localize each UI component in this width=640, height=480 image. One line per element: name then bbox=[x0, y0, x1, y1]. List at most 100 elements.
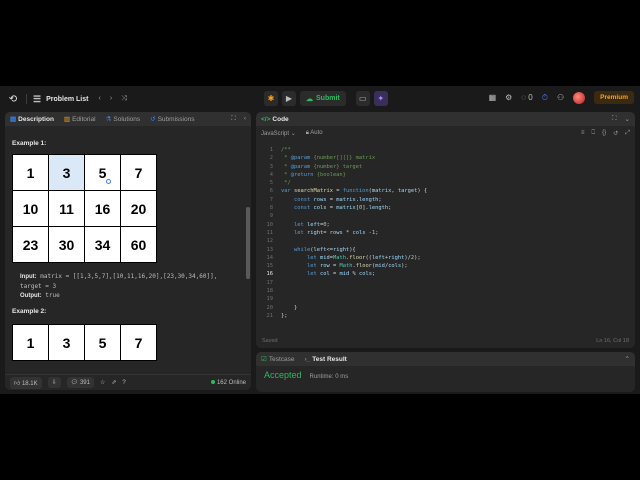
like-button[interactable]: 👍︎ 18.1K bbox=[10, 376, 42, 389]
tab-label: Testcase bbox=[268, 356, 295, 363]
matrix-cell-value: 3 bbox=[62, 164, 71, 181]
help-icon[interactable]: ? bbox=[122, 380, 125, 386]
code-tab-label: Code bbox=[272, 115, 289, 123]
matrix-cell-value: 5 bbox=[98, 164, 107, 181]
output-value: true bbox=[45, 292, 60, 299]
example-1-title: Example 1: bbox=[12, 140, 47, 147]
reset-icon[interactable]: ↺ bbox=[613, 130, 618, 137]
dislike-button[interactable]: ⇩ bbox=[47, 377, 61, 388]
online-count: 162 Online bbox=[210, 379, 246, 386]
comment-count: 391 bbox=[79, 380, 90, 386]
sparkle-icon: ✦ bbox=[377, 94, 385, 103]
input-value: matrix = [[1,3,5,7],[10,11,16,20],[23,30… bbox=[40, 273, 218, 280]
matrix-cell: 3 bbox=[49, 325, 85, 361]
avatar[interactable] bbox=[573, 91, 586, 104]
code-status-bar: Saved Ln 16, Col 18 bbox=[256, 334, 635, 348]
auto-toggle[interactable]: 🔒︎ Auto bbox=[306, 130, 323, 137]
tab-test-result[interactable]: ›_ Test Result bbox=[304, 356, 346, 363]
streak-counter[interactable]: ◌ 0 bbox=[521, 93, 532, 102]
maximize-icon[interactable]: ⛶ bbox=[612, 115, 617, 123]
debug-button[interactable]: ✱ bbox=[264, 91, 278, 106]
leetcode-logo-icon[interactable]: ⟲ bbox=[6, 94, 20, 105]
premium-button[interactable]: Premium bbox=[594, 91, 634, 104]
description-scrollbar[interactable] bbox=[246, 207, 250, 279]
checkbox-icon: ☑ bbox=[261, 356, 267, 363]
runtime-label: Runtime: 0 ms bbox=[309, 374, 349, 380]
fullscreen-icon[interactable]: ⤢ bbox=[625, 130, 630, 137]
comments-button[interactable]: 💬︎ 391 bbox=[66, 377, 94, 388]
example-1-io: Input: matrix = [[1,3,5,7],[10,11,16,20]… bbox=[20, 272, 217, 301]
bookmark-icon[interactable]: ⎕ bbox=[592, 130, 596, 137]
cloud-upload-icon: ☁ bbox=[306, 95, 313, 103]
result-summary: Accepted Runtime: 0 ms bbox=[264, 370, 348, 380]
example-2-matrix: 1 3 5 7 bbox=[12, 324, 157, 361]
fire-icon: ◌ bbox=[521, 93, 527, 102]
code-toolbar: JavaScript ⌄ 🔒︎ Auto ≡ ⎕ {} ↺ ⤢ bbox=[256, 126, 635, 140]
tab-label: Submissions bbox=[157, 116, 195, 123]
format-icon[interactable]: ≡ bbox=[581, 130, 585, 137]
matrix-cell: 60 bbox=[121, 227, 157, 263]
book-icon: ▥ bbox=[63, 116, 71, 123]
online-dot bbox=[210, 379, 215, 384]
cursor-position: Ln 16, Col 18 bbox=[596, 338, 629, 344]
layout-icon[interactable]: ▦ bbox=[489, 93, 497, 102]
result-tabs: ☑ Testcase ›_ Test Result ⌃ bbox=[256, 352, 635, 366]
tab-submissions[interactable]: ↺ Submissions bbox=[150, 115, 194, 123]
problem-list-button[interactable]: ☰ Problem List bbox=[33, 94, 88, 105]
leetcode-window: ⟲ ☰ Problem List ‹ › ⤨ ✱ ▶ ☁ Submit ▭ ✦ … bbox=[0, 86, 640, 394]
thumbs-up-icon: 👍︎ bbox=[14, 380, 21, 387]
chevron-up-icon[interactable]: ⌃ bbox=[625, 355, 630, 363]
input-label: Input: bbox=[20, 274, 37, 280]
language-select[interactable]: JavaScript ⌄ bbox=[261, 130, 296, 137]
star-icon[interactable]: ☆ bbox=[100, 379, 105, 386]
matrix-cell: 30 bbox=[49, 227, 85, 263]
description-footer: 👍︎ 18.1K ⇩ 💬︎ 391 ☆ ⇗ ? 162 Online bbox=[5, 374, 251, 390]
chevron-right-icon[interactable]: › bbox=[110, 95, 112, 103]
result-panel: ☑ Testcase ›_ Test Result ⌃ Accepted Runti… bbox=[256, 352, 635, 392]
online-label: 162 Online bbox=[216, 379, 246, 386]
submit-button[interactable]: ☁ Submit bbox=[300, 91, 346, 106]
example-1-matrix: 1 3 5 7 10 11 16 20 23 30 34 60 bbox=[12, 154, 157, 263]
input-target: target = 3 bbox=[20, 283, 57, 290]
more-icon[interactable]: ⌄ bbox=[625, 115, 630, 123]
timer-icon[interactable]: ⏱ bbox=[542, 93, 548, 103]
tab-solutions[interactable]: ⚗ Solutions bbox=[106, 115, 141, 123]
tab-label: Editorial bbox=[72, 116, 96, 123]
terminal-icon: ›_ bbox=[304, 355, 311, 363]
braces-icon[interactable]: {} bbox=[602, 130, 606, 137]
share-icon[interactable]: ⇗ bbox=[111, 379, 116, 386]
description-icon: ▤ bbox=[10, 116, 17, 123]
add-user-icon[interactable]: ⚇ bbox=[557, 93, 564, 102]
divider bbox=[26, 94, 27, 104]
run-button[interactable]: ▶ bbox=[282, 91, 296, 106]
auto-label: Auto bbox=[310, 129, 323, 136]
history-icon: ↺ bbox=[150, 116, 156, 123]
matrix-cell: 10 bbox=[13, 191, 49, 227]
matrix-cell: 1 bbox=[13, 325, 49, 361]
note-icon: ▭ bbox=[358, 94, 367, 103]
tab-description[interactable]: ▤ Description bbox=[10, 115, 54, 123]
comment-icon: 💬︎ bbox=[70, 380, 79, 386]
tab-label: Solutions bbox=[113, 116, 141, 123]
matrix-cell: 20 bbox=[121, 191, 157, 227]
list-icon: ☰ bbox=[33, 93, 42, 104]
matrix-cell: 7 bbox=[121, 155, 157, 191]
tab-testcase[interactable]: ☑ Testcase bbox=[261, 355, 294, 363]
code-editor[interactable]: 1/** 2 * @param {number[][]} matrix 3 * … bbox=[256, 146, 635, 320]
matrix-cell: 1 bbox=[13, 155, 49, 191]
chevron-left-icon[interactable]: ‹ bbox=[98, 95, 100, 103]
code-icon: </> bbox=[261, 115, 271, 123]
matrix-cell: 5 bbox=[85, 155, 121, 191]
settings-icon[interactable]: ⚙ bbox=[505, 93, 512, 102]
streak-count: 0 bbox=[528, 93, 533, 102]
collapse-icon[interactable]: ‹ bbox=[244, 115, 246, 123]
shuffle-icon[interactable]: ⤨ bbox=[121, 95, 127, 103]
ai-button[interactable]: ✦ bbox=[373, 91, 388, 106]
tab-editorial[interactable]: ▥ Editorial bbox=[64, 115, 96, 123]
code-panel: </> Code ⛶ ⌄ JavaScript ⌄ 🔒︎ Auto ≡ ⎕ {} ↺… bbox=[256, 112, 635, 348]
matrix-cell: 11 bbox=[49, 191, 85, 227]
matrix-cell: 23 bbox=[13, 227, 49, 263]
like-count: 18.1K bbox=[21, 380, 38, 387]
maximize-icon[interactable]: ⛶ bbox=[231, 115, 236, 123]
notes-button[interactable]: ▭ bbox=[355, 91, 370, 106]
